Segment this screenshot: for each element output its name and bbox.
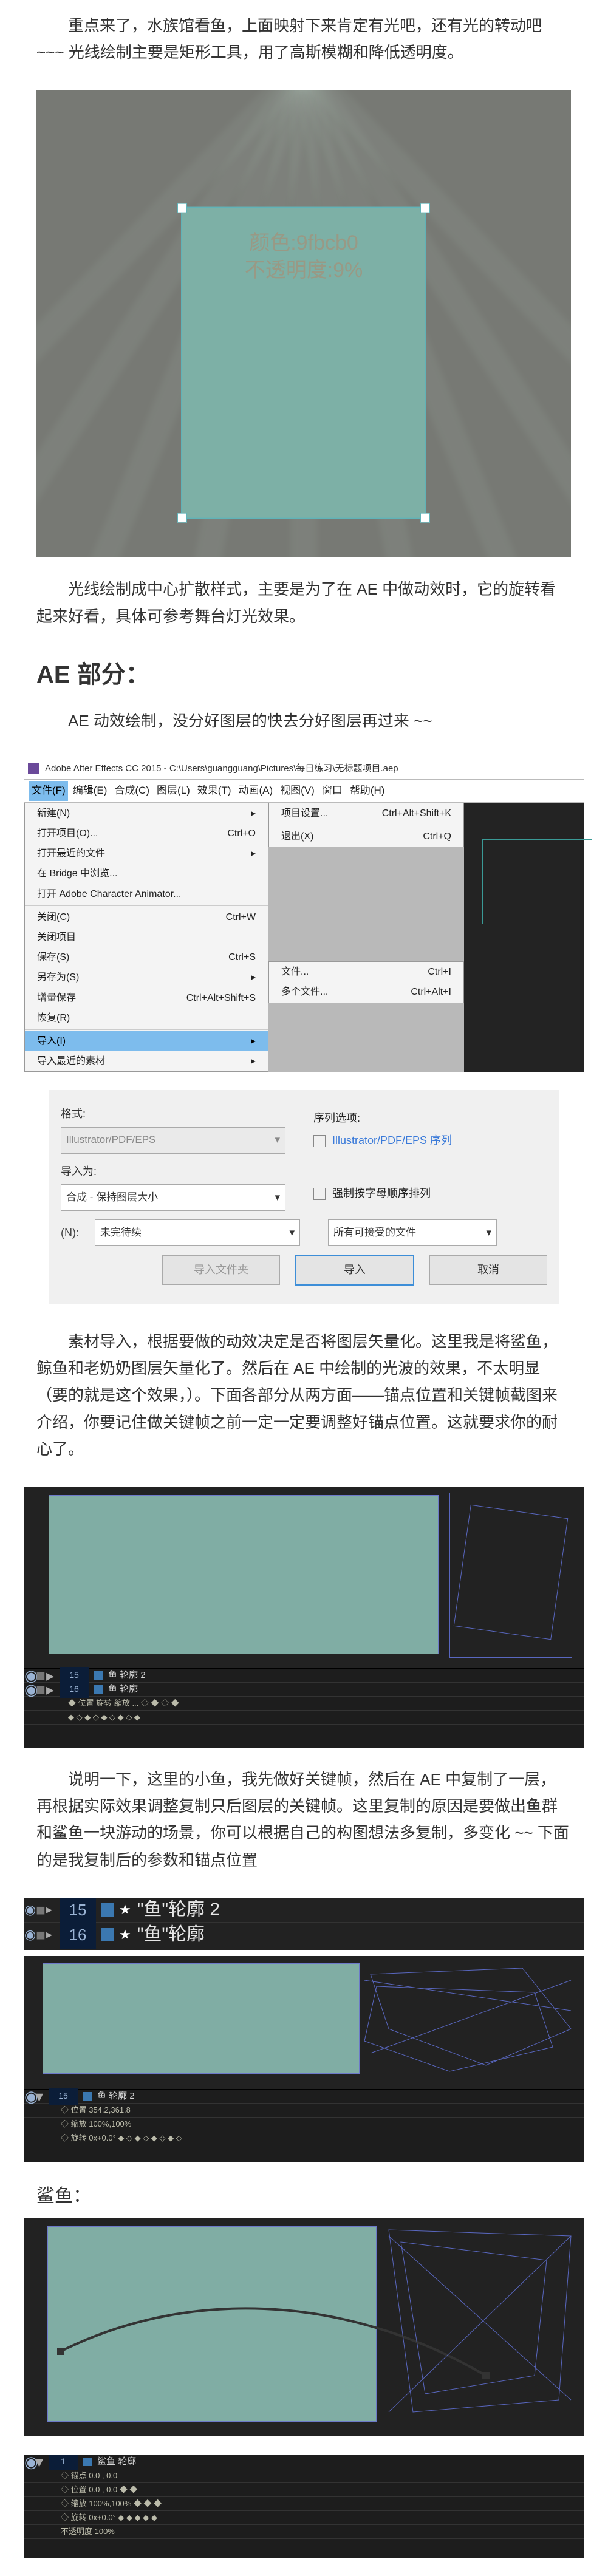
paragraph-intro: 重点来了，水族馆看鱼，上面映射下来肯定有光吧，还有光的转动吧 ~~~ 光线绘制主…: [36, 12, 572, 66]
ae-titlebar: Adobe After Effects CC 2015 - C:\Users\g…: [24, 758, 584, 780]
sequence-checkbox-label: Illustrator/PDF/EPS 序列: [332, 1134, 452, 1147]
layer-index-16: 16: [60, 1920, 96, 1949]
import-as-select[interactable]: 合成 - 保持图层大小▾: [61, 1184, 285, 1211]
layer-name-16[interactable]: "鱼"轮廓: [137, 1919, 205, 1950]
menu-item[interactable]: 导入(I) ▸: [25, 1031, 268, 1051]
figure-light-rays: 颜色:9fbcb0 不透明度:9%: [36, 90, 571, 557]
menu-item[interactable]: 关闭项目: [25, 927, 268, 947]
format-select[interactable]: Illustrator/PDF/EPS▾: [61, 1127, 285, 1154]
ae-screenshot-fish-paths: ◉▾15鱼 轮廓 2 ◇ 位置 354.2,361.8 ◇ 缩放 100%,10…: [24, 1956, 584, 2162]
chevron-down-icon: ▾: [486, 1224, 491, 1242]
menu-item[interactable]: 导入最近的素材 ▸: [25, 1051, 268, 1071]
chevron-down-icon: ▾: [289, 1224, 295, 1242]
force-alpha-checkbox[interactable]: [313, 1188, 326, 1200]
ae-app-icon: [28, 763, 39, 774]
menu-item[interactable]: 多个文件...Ctrl+Alt+I: [269, 982, 463, 1002]
sequence-options-label: 序列选项:: [313, 1109, 452, 1128]
ae-dark-panel: [464, 803, 584, 1072]
chevron-down-icon: ▾: [275, 1189, 280, 1207]
menu-item[interactable]: 另存为(S) ▸: [25, 967, 268, 987]
menubar-item[interactable]: 合成(C): [112, 781, 152, 801]
menubar-item[interactable]: 效果(T): [195, 781, 234, 801]
menubar-item[interactable]: 窗口: [319, 781, 345, 801]
ae-layers-strip: ◉■▸ 15 ★ "鱼"轮廓 2 ◉■▸ 16 ★ "鱼"轮廓: [24, 1898, 584, 1950]
file-menu-dropdown[interactable]: 新建(N) ▸打开项目(O)...Ctrl+O打开最近的文件 ▸在 Bridge…: [24, 803, 268, 1072]
menu-item[interactable]: 打开 Adobe Character Animator...: [25, 884, 268, 904]
import-folder-button[interactable]: 导入文件夹: [162, 1255, 280, 1285]
opacity-label: 不透明度:9%: [36, 257, 571, 284]
chevron-down-icon: ▾: [275, 1131, 280, 1149]
menubar-item[interactable]: 文件(F): [29, 781, 68, 801]
import-dialog: 格式: Illustrator/PDF/EPS▾ 序列选项: Illustrat…: [49, 1090, 559, 1304]
format-label: 格式:: [61, 1105, 285, 1123]
menu-item[interactable]: 文件...Ctrl+I: [269, 962, 463, 982]
paragraph-ae-intro: AE 动效绘制，没分好图层的快去分好图层再过来 ~~: [36, 707, 572, 734]
import-button[interactable]: 导入: [295, 1255, 414, 1286]
shark-motion-path: [24, 2218, 584, 2430]
ae-window: Adobe After Effects CC 2015 - C:\Users\g…: [24, 758, 584, 1072]
import-submenu[interactable]: 文件...Ctrl+I多个文件...Ctrl+Alt+I: [268, 961, 464, 1003]
menubar-item[interactable]: 帮助(H): [347, 781, 388, 801]
filename-input[interactable]: 未完待续▾: [95, 1219, 300, 1246]
motion-paths: [24, 1956, 584, 2084]
menu-item[interactable]: 退出(X)Ctrl+Q: [269, 826, 463, 847]
menubar-item[interactable]: 视图(V): [278, 781, 317, 801]
ae-menubar[interactable]: 文件(F)编辑(E)合成(C)图层(L)效果(T)动画(A)视图(V)窗口帮助(…: [24, 780, 584, 803]
paragraph-lightstyle: 光线绘制成中心扩散样式，主要是为了在 AE 中做动效时，它的旋转看起来好看，具体…: [36, 576, 572, 629]
force-alpha-label: 强制按字母顺序排列: [332, 1187, 431, 1199]
sequence-checkbox[interactable]: [313, 1135, 326, 1147]
menu-item[interactable]: 保存(S)Ctrl+S: [25, 947, 268, 967]
menu-item[interactable]: 新建(N) ▸: [25, 803, 268, 823]
ae-screenshot-fish: ◉■▸15鱼 轮廓 2 ◉■▸16鱼 轮廓 ◆ 位置 旋转 缩放 ... ◇ ◆…: [24, 1487, 584, 1748]
menu-item[interactable]: 增量保存Ctrl+Alt+Shift+S: [25, 988, 268, 1008]
paragraph-import-note: 素材导入，根据要做的动效决定是否将图层矢量化。这里我是将鲨鱼，鲸鱼和老奶奶图层矢…: [36, 1328, 572, 1462]
menu-item[interactable]: 项目设置...Ctrl+Alt+Shift+K: [269, 803, 463, 823]
import-as-label: 导入为:: [61, 1162, 285, 1181]
menu-item[interactable]: 关闭(C)Ctrl+W: [25, 907, 268, 927]
menubar-item[interactable]: 动画(A): [236, 781, 276, 801]
cancel-button[interactable]: 取消: [429, 1255, 547, 1285]
menu-item[interactable]: 打开最近的文件 ▸: [25, 843, 268, 864]
ae-title-text: Adobe After Effects CC 2015 - C:\Users\g…: [45, 761, 398, 777]
menu-item[interactable]: 恢复(R): [25, 1008, 268, 1028]
color-label: 颜色:9fbcb0: [36, 230, 571, 256]
file-filter-select[interactable]: 所有可接受的文件▾: [328, 1219, 497, 1246]
menubar-item[interactable]: 图层(L): [154, 781, 193, 801]
heading-ae-section: AE 部分：: [36, 654, 572, 695]
ae-screenshot-shark-timeline: ◉▾1鲨鱼 轮廓 ◇ 锚点 0.0 , 0.0 ◇ 位置 0.0 , 0.0 ◆…: [24, 2455, 584, 2558]
menubar-item[interactable]: 编辑(E): [70, 781, 110, 801]
menu-item[interactable]: 在 Bridge 中浏览...: [25, 864, 268, 884]
heading-shark: 鲨鱼：: [36, 2181, 572, 2212]
ae-screenshot-shark: [24, 2218, 584, 2436]
paragraph-fish-note: 说明一下，这里的小鱼，我先做好关键帧，然后在 AE 中复制了一层，再根据实际效果…: [36, 1766, 572, 1873]
filename-label: (N):: [61, 1224, 85, 1242]
menu-item[interactable]: 打开项目(O)...Ctrl+O: [25, 823, 268, 843]
file-menu-right-top[interactable]: 项目设置...Ctrl+Alt+Shift+K 退出(X)Ctrl+Q: [268, 803, 464, 847]
